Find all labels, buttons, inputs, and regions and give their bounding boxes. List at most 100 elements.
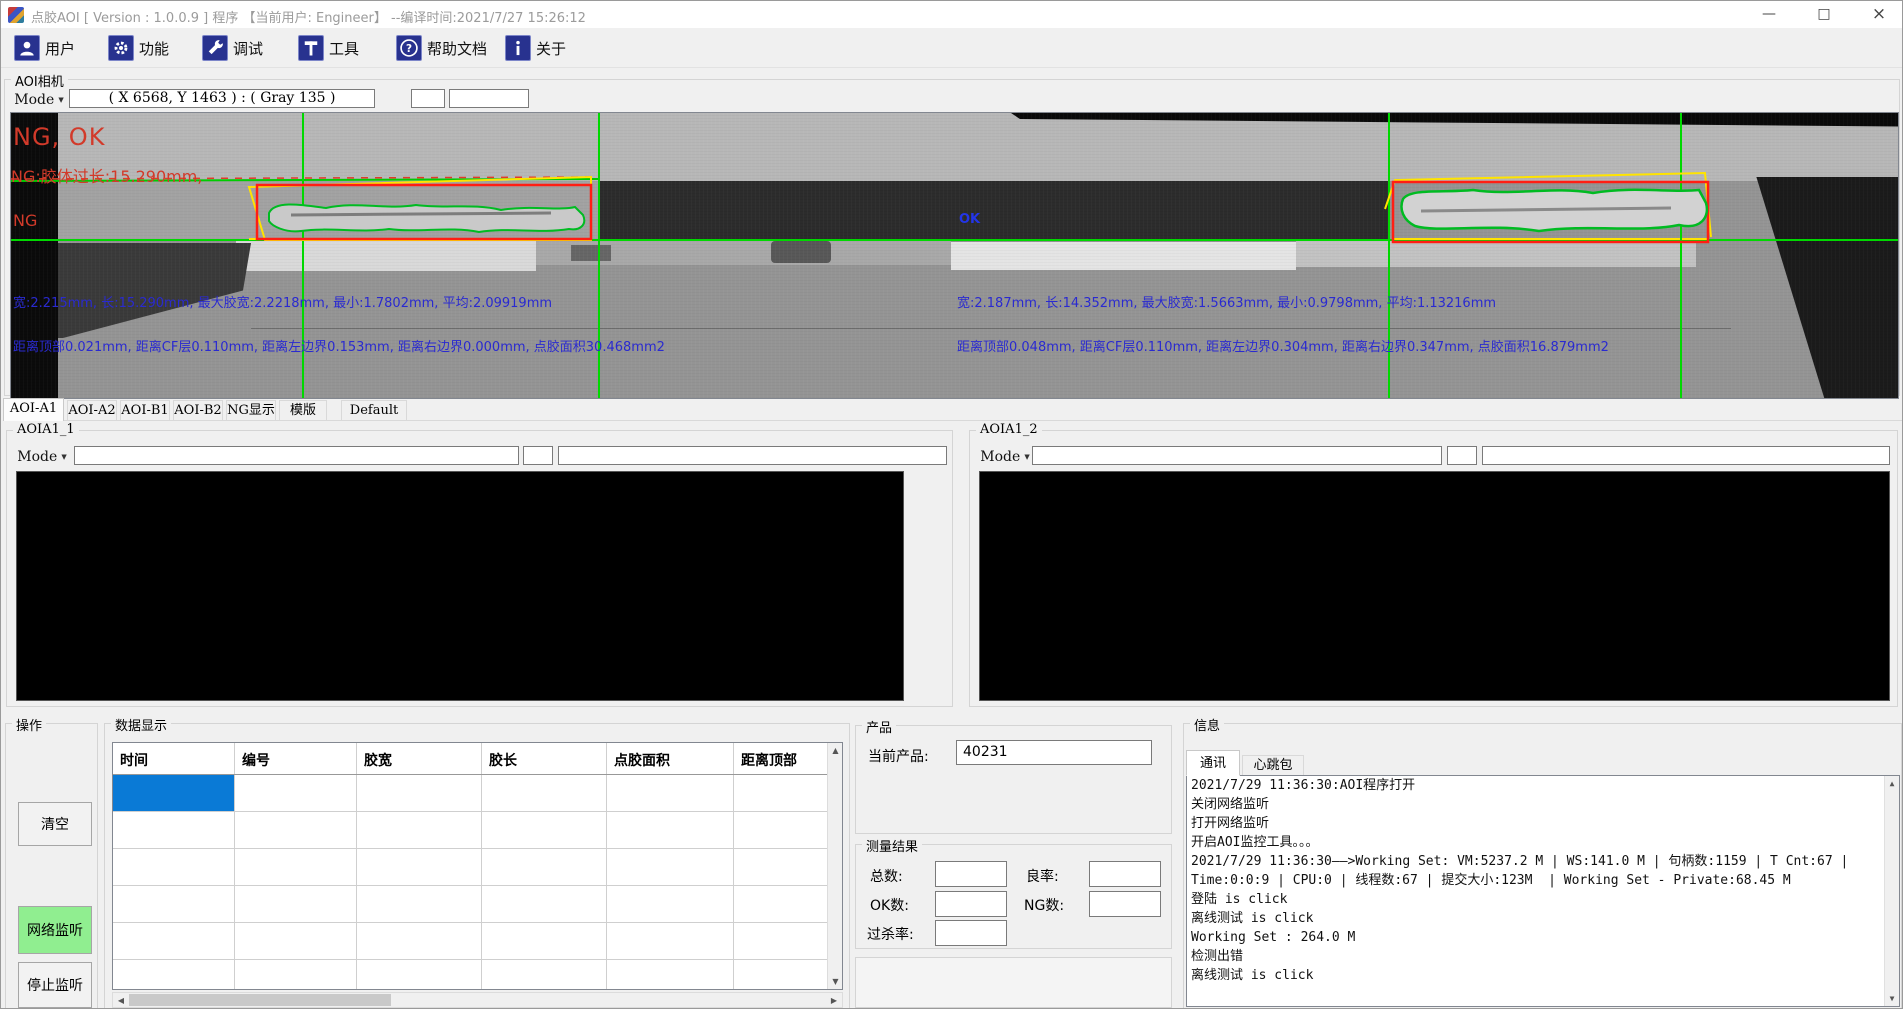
- aoia1-1-field-1[interactable]: [74, 446, 519, 465]
- data-display-label: 数据显示: [111, 715, 171, 734]
- column-header-area[interactable]: 点胶面积: [607, 743, 734, 774]
- tab-divider: [3, 420, 1902, 421]
- tab-aoi-b2[interactable]: AOI-B2: [173, 400, 223, 421]
- maximize-icon: □: [1817, 6, 1830, 22]
- comm-log[interactable]: 2021/7/29 11:36:30:AOI程序打开 关闭网络监听 打开网络监听…: [1186, 775, 1900, 1007]
- chevron-down-icon: ▼: [58, 96, 63, 104]
- camera-image[interactable]: NG, OK NG:胶体过长:15.290mm, NG OK 宽:2.215mm…: [10, 112, 1899, 399]
- total-field[interactable]: [935, 861, 1007, 887]
- table-vertical-scrollbar[interactable]: ▲ ▼: [827, 743, 843, 989]
- tab-template[interactable]: 模版: [279, 400, 327, 421]
- notes-panel: [855, 957, 1172, 1008]
- aoi-camera-group: AOI相机 Mode ▼ ( X 6568, Y 1463 ) : ( Gray…: [4, 79, 1900, 396]
- aoia1-2-group: AOIA1_2 Mode ▼: [969, 430, 1898, 707]
- measurement-group: 测量结果 总数: 良率: OK数: NG数: 过杀率:: [855, 844, 1172, 949]
- current-product-label: 当前产品:: [868, 746, 929, 766]
- product-label: 产品: [862, 717, 896, 736]
- table-row[interactable]: [113, 886, 842, 923]
- minimize-icon: —: [1762, 6, 1776, 22]
- column-header-time[interactable]: 时间: [113, 743, 235, 774]
- aoia1-1-field-3[interactable]: [558, 446, 947, 465]
- clear-button[interactable]: 清空: [18, 802, 92, 846]
- yield-field[interactable]: [1089, 861, 1161, 887]
- scroll-down-icon[interactable]: ▼: [828, 977, 843, 986]
- toolbar-button-tools[interactable]: 工具: [294, 33, 363, 63]
- log-line: 检测出错: [1187, 947, 1899, 966]
- aoia1-1-group: AOIA1_1 Mode ▼: [6, 430, 953, 707]
- column-header-glue-length[interactable]: 胶长: [482, 743, 607, 774]
- aoia1-1-mode-dropdown[interactable]: Mode ▼: [15, 447, 69, 466]
- tab-ng-display[interactable]: NG显示: [226, 400, 276, 421]
- toolbar-label: 功能: [139, 38, 169, 59]
- toolbar-button-about[interactable]: 关于: [501, 33, 570, 63]
- toolbar-button-help[interactable]: ? 帮助文档: [392, 33, 491, 63]
- aoia1-1-field-2[interactable]: [523, 446, 553, 465]
- aoia1-2-field-2[interactable]: [1447, 446, 1477, 465]
- log-vertical-scrollbar[interactable]: ▲ ▼: [1884, 776, 1899, 1006]
- overkill-field[interactable]: [935, 920, 1007, 946]
- ng-label: NG: [13, 211, 37, 230]
- ng-count-field[interactable]: [1089, 891, 1161, 917]
- ng-reason-text: NG:胶体过长:15.290mm,: [11, 163, 202, 187]
- column-header-glue-width[interactable]: 胶宽: [357, 743, 482, 774]
- tab-aoi-a2[interactable]: AOI-A2: [67, 400, 117, 421]
- left-measure-line1: 宽:2.215mm, 长:15.290mm, 最大胶宽:2.2218mm, 最小…: [13, 292, 552, 311]
- network-listen-button[interactable]: 网络监听: [18, 906, 92, 954]
- toolbar-button-user[interactable]: 用户: [10, 33, 79, 63]
- operations-label: 操作: [12, 715, 46, 734]
- maximize-button[interactable]: □: [1801, 1, 1847, 28]
- stop-listen-button[interactable]: 停止监听: [18, 962, 92, 1008]
- camera-coordinate-field[interactable]: ( X 6568, Y 1463 ) : ( Gray 135 ): [69, 89, 375, 108]
- scroll-up-icon[interactable]: ▲: [1885, 779, 1899, 788]
- ok-count-field[interactable]: [935, 891, 1007, 917]
- camera-mode-dropdown[interactable]: Mode ▼: [11, 90, 67, 109]
- table-horizontal-scrollbar[interactable]: ◀ ▶: [112, 992, 843, 1008]
- log-line: Time:0:0:9 | CPU:0 | 线程数:67 | 提交大小:123M …: [1187, 871, 1899, 890]
- measurement-label: 测量结果: [862, 836, 922, 855]
- camera-aux-field-1[interactable]: [411, 89, 445, 108]
- toolbar-label: 调试: [233, 38, 263, 59]
- log-line: 离线测试 is click: [1187, 966, 1899, 985]
- tab-aoi-a1[interactable]: AOI-A1: [3, 398, 64, 421]
- data-display-group: 数据显示 时间 编号 胶宽 胶长 点胶面积 距离顶部 ▲: [104, 723, 850, 1009]
- camera-group-label: AOI相机: [11, 71, 68, 90]
- aoia1-2-image-view[interactable]: [979, 471, 1890, 701]
- camera-aux-field-2[interactable]: [449, 89, 529, 108]
- table-row[interactable]: [113, 849, 842, 886]
- scroll-left-icon[interactable]: ◀: [115, 996, 127, 1005]
- scroll-up-icon[interactable]: ▲: [828, 746, 843, 755]
- toolbar-label: 帮助文档: [427, 38, 487, 59]
- selected-cell[interactable]: [113, 775, 235, 811]
- ng-count-label: NG数:: [1024, 895, 1064, 915]
- tab-comm[interactable]: 通讯: [1186, 750, 1240, 776]
- scrollbar-thumb[interactable]: [129, 994, 391, 1006]
- tab-default[interactable]: Default: [341, 400, 407, 421]
- toolbar-button-debug[interactable]: 调试: [198, 33, 267, 63]
- aoia1-2-field-1[interactable]: [1032, 446, 1442, 465]
- close-button[interactable]: ×: [1856, 1, 1902, 28]
- aoia1-2-label: AOIA1_2: [976, 422, 1042, 437]
- tab-heartbeat[interactable]: 心跳包: [1242, 755, 1304, 776]
- aoia1-2-mode-dropdown[interactable]: Mode ▼: [978, 447, 1032, 466]
- minimize-button[interactable]: —: [1746, 1, 1792, 28]
- total-label: 总数:: [870, 866, 903, 886]
- table-row[interactable]: [113, 812, 842, 849]
- current-product-field[interactable]: 40231: [956, 740, 1152, 765]
- scroll-right-icon[interactable]: ▶: [828, 996, 840, 1005]
- aoia1-1-image-view[interactable]: [16, 471, 904, 701]
- scroll-down-icon[interactable]: ▼: [1885, 994, 1899, 1003]
- user-icon: [14, 35, 40, 61]
- toolbar-button-function[interactable]: 功能: [104, 33, 173, 63]
- table-row[interactable]: [113, 923, 842, 960]
- aoia1-2-field-3[interactable]: [1482, 446, 1890, 465]
- result-table[interactable]: 时间 编号 胶宽 胶长 点胶面积 距离顶部 ▲ ▼: [112, 742, 843, 990]
- close-icon: ×: [1872, 4, 1886, 24]
- tab-aoi-b1[interactable]: AOI-B1: [120, 400, 170, 421]
- title-bar: 点胶AOI [ Version : 1.0.0.9 ] 程序 【当前用户: En…: [1, 1, 1903, 28]
- table-row[interactable]: [113, 960, 842, 990]
- window-title: 点胶AOI [ Version : 1.0.0.9 ] 程序 【当前用户: En…: [31, 7, 586, 26]
- right-measure-line2: 距离顶部0.048mm, 距离CF层0.110mm, 距离左边界0.304mm,…: [957, 336, 1609, 355]
- column-header-top-distance[interactable]: 距离顶部: [734, 743, 829, 774]
- table-row[interactable]: [113, 775, 842, 812]
- column-header-id[interactable]: 编号: [235, 743, 357, 774]
